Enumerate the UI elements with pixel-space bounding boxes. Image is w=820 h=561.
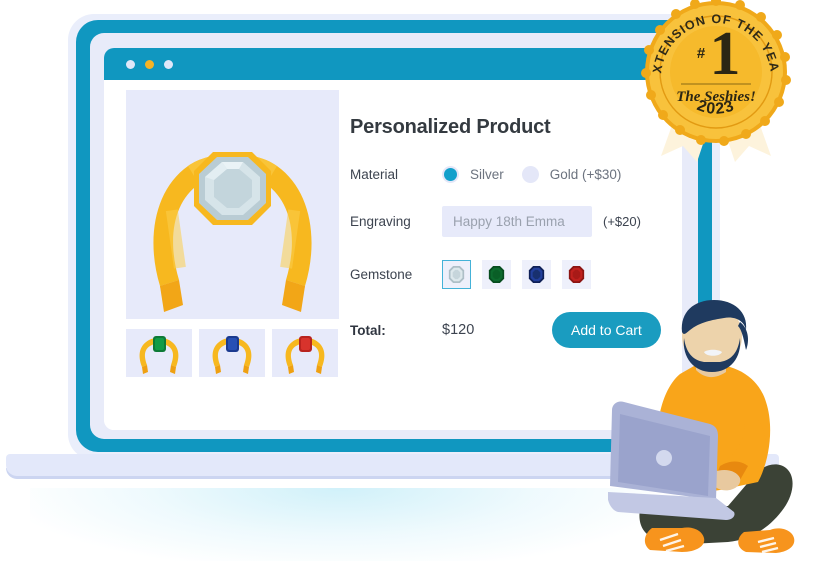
radio-silver-icon[interactable] [442,166,459,183]
gemstone-swatch-sapphire[interactable] [522,260,551,289]
badge-hash: # [697,45,706,62]
browser-window: Personalized Product Material Silver Gol… [104,48,682,430]
illustration-canvas: Personalized Product Material Silver Gol… [0,0,820,561]
browser-titlebar [104,48,682,80]
gemstone-swatch-emerald[interactable] [482,260,511,289]
award-badge-icon: EXTENSION OF THE YEAR # 1 The Seshies! 2… [632,0,791,162]
product-hero-image[interactable] [126,90,339,319]
gemstone-swatch-diamond[interactable] [442,260,471,289]
radio-gold-icon[interactable] [521,166,539,183]
minimize-dot[interactable] [126,60,135,69]
gemstone-swatch-group [442,260,591,289]
gem-diamond-icon [448,266,465,283]
page-content: Personalized Product Material Silver Gol… [104,80,682,430]
person-with-laptop-illustration [607,300,820,561]
bracelet-thumb-icon [285,336,325,374]
thumbnail-sapphire[interactable] [199,329,265,377]
person-illustration-icon [607,300,795,554]
thumbnail-emerald[interactable] [126,329,192,377]
material-option-gold[interactable]: Gold (+$30) [521,166,622,183]
total-value: $120 [442,322,475,338]
material-radio-group: Silver Gold (+$30) [442,166,639,183]
material-row: Material Silver Gold (+$30) [350,166,668,183]
gem-emerald-icon [488,266,505,283]
gemstone-row: Gemstone [350,260,668,289]
gem-sapphire-icon [528,266,545,283]
bracelet-illustration [153,152,312,312]
maximize-dot[interactable] [145,60,154,69]
material-option-silver[interactable]: Silver [442,166,504,183]
bracelet-thumb-icon [139,336,179,374]
material-label: Material [350,167,399,182]
material-option-gold-label: Gold (+$30) [549,167,622,182]
laptop-glow [30,488,650,561]
engraving-label: Engraving [350,214,411,229]
thumbnail-strip [126,329,339,377]
material-option-silver-label: Silver [470,167,504,182]
page-title: Personalized Product [350,116,551,138]
thumbnail-ruby[interactable] [272,329,338,377]
gem-ruby-icon [568,266,585,283]
badge-rank: 1 [710,20,741,88]
engraving-row: Engraving (+$20) [350,206,668,237]
product-gallery [126,90,339,377]
bracelet-thumb-icon [212,336,252,374]
engraving-surcharge: (+$20) [603,214,641,229]
award-badge: EXTENSION OF THE YEAR # 1 The Seshies! 2… [632,0,795,164]
engraving-input[interactable] [442,206,592,237]
total-label: Total: [350,322,386,338]
gemstone-label: Gemstone [350,267,413,282]
gemstone-swatch-ruby[interactable] [562,260,591,289]
close-dot[interactable] [164,60,173,69]
